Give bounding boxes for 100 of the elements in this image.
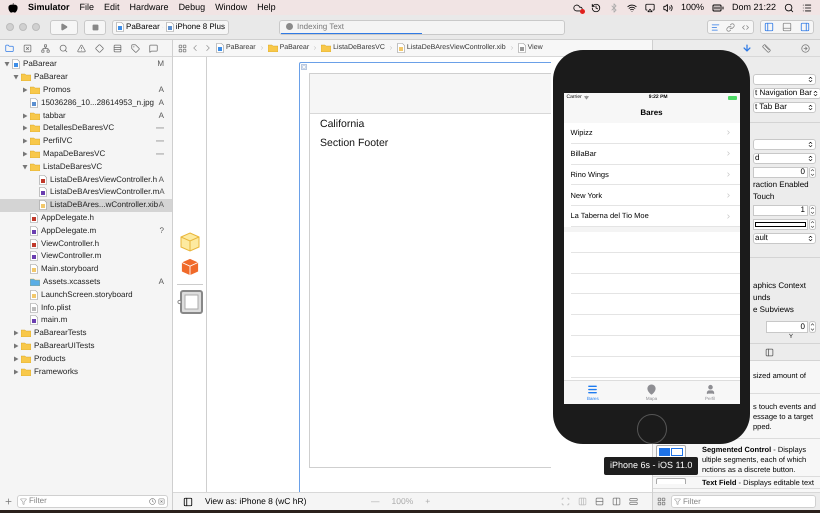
disclosure-triangle-icon[interactable] [13,330,19,336]
select-field[interactable]: d [753,152,816,164]
file-tree-item[interactable]: LaunchScreen.storyboard [0,288,172,302]
standard-editor-icon[interactable] [711,22,720,32]
select-field[interactable] [753,138,816,150]
file-tree-item[interactable]: AppDelegate.h [0,212,172,224]
disclosure-triangle-icon[interactable] [13,368,19,375]
menu-item[interactable]: Help [257,0,276,14]
file-tree-item[interactable]: DetallesDeBaresVC — [0,122,172,135]
align-icon[interactable] [595,497,604,506]
number-field[interactable]: 0 [753,166,808,178]
link-icon[interactable] [726,22,735,32]
menu-item[interactable]: Edit [104,0,120,14]
select-field[interactable] [753,74,816,84]
view-as-label[interactable]: View as: iPhone 8 (wC hR) [205,495,365,508]
inspector-toggle-icon[interactable] [800,22,810,32]
test-tab[interactable] [95,44,104,52]
clock-icon[interactable] [149,498,156,504]
view-frame[interactable]: California Section Footer [299,62,551,492]
breakpoint-tab[interactable] [131,44,140,52]
disclosure-triangle-icon[interactable] [22,86,28,93]
wifi-icon[interactable] [626,2,637,12]
disclosure-triangle-icon[interactable] [13,74,19,80]
file-tree-item[interactable]: ListaDeBAresViewController.h A [0,173,172,186]
file-tree-item[interactable]: PaBarear [0,70,172,84]
file-tree-item[interactable]: Products [0,352,172,366]
debug-tab[interactable] [113,44,122,52]
file-tree-item[interactable]: Info.plist [0,301,172,314]
number-field[interactable]: 1 [753,204,808,216]
filter-input[interactable]: Filter [29,495,147,507]
filter-field[interactable]: Filter [671,495,816,508]
menu-item[interactable]: Hardware [130,0,169,14]
disclosure-triangle-icon[interactable] [13,356,19,362]
menu-item[interactable]: File [80,0,94,14]
disclosure-triangle-icon[interactable] [13,342,19,349]
grid-view-icon[interactable] [657,497,666,506]
source-control-tab[interactable] [23,44,32,52]
version-editor-icon[interactable] [741,22,750,32]
volume-icon[interactable] [662,2,673,12]
select-field[interactable]: ault [753,232,816,244]
disclosure-triangle-icon[interactable] [22,112,28,119]
file-tree-item[interactable]: MapaDeBaresVC — [0,148,172,160]
search-tab[interactable] [59,44,68,52]
list-icon[interactable] [802,2,812,12]
cloud-icon[interactable] [572,2,583,12]
file-tree-item[interactable]: Promos A [0,84,172,96]
outline-toggle-icon[interactable] [183,496,193,506]
report-tab[interactable] [149,44,158,52]
file-tree-item[interactable]: tabbar A [0,109,172,122]
debug-area-toggle-icon[interactable] [782,22,792,32]
file-tree-item[interactable]: ListaDeBAres...wController.xibA [0,198,172,212]
media-library-icon[interactable] [765,348,774,356]
file-tree-item[interactable]: ViewController.h [0,237,172,250]
size-tab[interactable] [762,44,771,52]
file-tree-item[interactable]: main.m [0,314,172,327]
home-button[interactable] [636,414,666,444]
select-field[interactable]: t Navigation Bar [753,88,820,98]
stop-button[interactable] [84,20,106,34]
cube-icon[interactable] [180,258,198,276]
apple-icon[interactable] [8,2,18,12]
project-navigator-tab[interactable] [5,44,14,52]
connections-tab[interactable] [801,44,810,52]
related-items-icon[interactable] [178,44,187,52]
add-icon[interactable] [4,496,13,506]
disclosure-triangle-icon[interactable] [22,150,28,157]
file-tree-item[interactable]: Main.storyboard [0,262,172,276]
battery-icon[interactable] [712,2,724,14]
disclosure-triangle-icon[interactable] [22,125,28,132]
file-tree-item[interactable]: AppDelegate.m ? [0,224,172,238]
app-menu[interactable]: Simulator [28,0,70,14]
menu-item[interactable]: Debug [178,0,206,14]
disclosure-triangle-icon[interactable] [22,138,28,144]
select-field[interactable]: t Tab Bar [753,102,816,112]
file-tree-item[interactable]: ListaDeBaresVC [0,160,172,174]
file-tree-item[interactable]: PaBarearTests [0,326,172,340]
file-tree-item[interactable]: ViewController.m [0,250,172,263]
disclosure-triangle-icon[interactable] [4,61,10,68]
clear-icon[interactable] [158,498,165,504]
color-well[interactable] [753,218,808,230]
stepper[interactable] [809,166,816,178]
view-icon[interactable] [176,289,202,315]
symbol-tab[interactable] [41,44,50,52]
issue-tab[interactable] [77,44,86,52]
filter-field[interactable]: Filter [17,494,168,508]
resolve-icon[interactable] [629,497,638,506]
file-tree-item[interactable]: 15036286_10...28614953_n.jpg A [0,96,172,110]
history-icon[interactable] [590,2,601,12]
disclosure-triangle-icon[interactable] [22,164,28,170]
attributes-tab[interactable] [742,43,752,53]
menu-item[interactable]: Window [215,0,248,14]
file-tree-item[interactable]: Frameworks [0,365,172,378]
stepper[interactable] [809,321,816,333]
search-icon[interactable] [784,2,794,12]
file-tree-item[interactable]: PaBarearUITests [0,340,172,352]
stepper[interactable] [809,204,816,216]
run-button[interactable] [50,20,78,34]
navigator-toggle-icon[interactable] [764,22,774,32]
file-tree-item[interactable]: PerfilVC — [0,134,172,148]
stepper[interactable] [809,218,816,230]
file-tree-item[interactable]: Assets.xcassets A [0,276,172,288]
